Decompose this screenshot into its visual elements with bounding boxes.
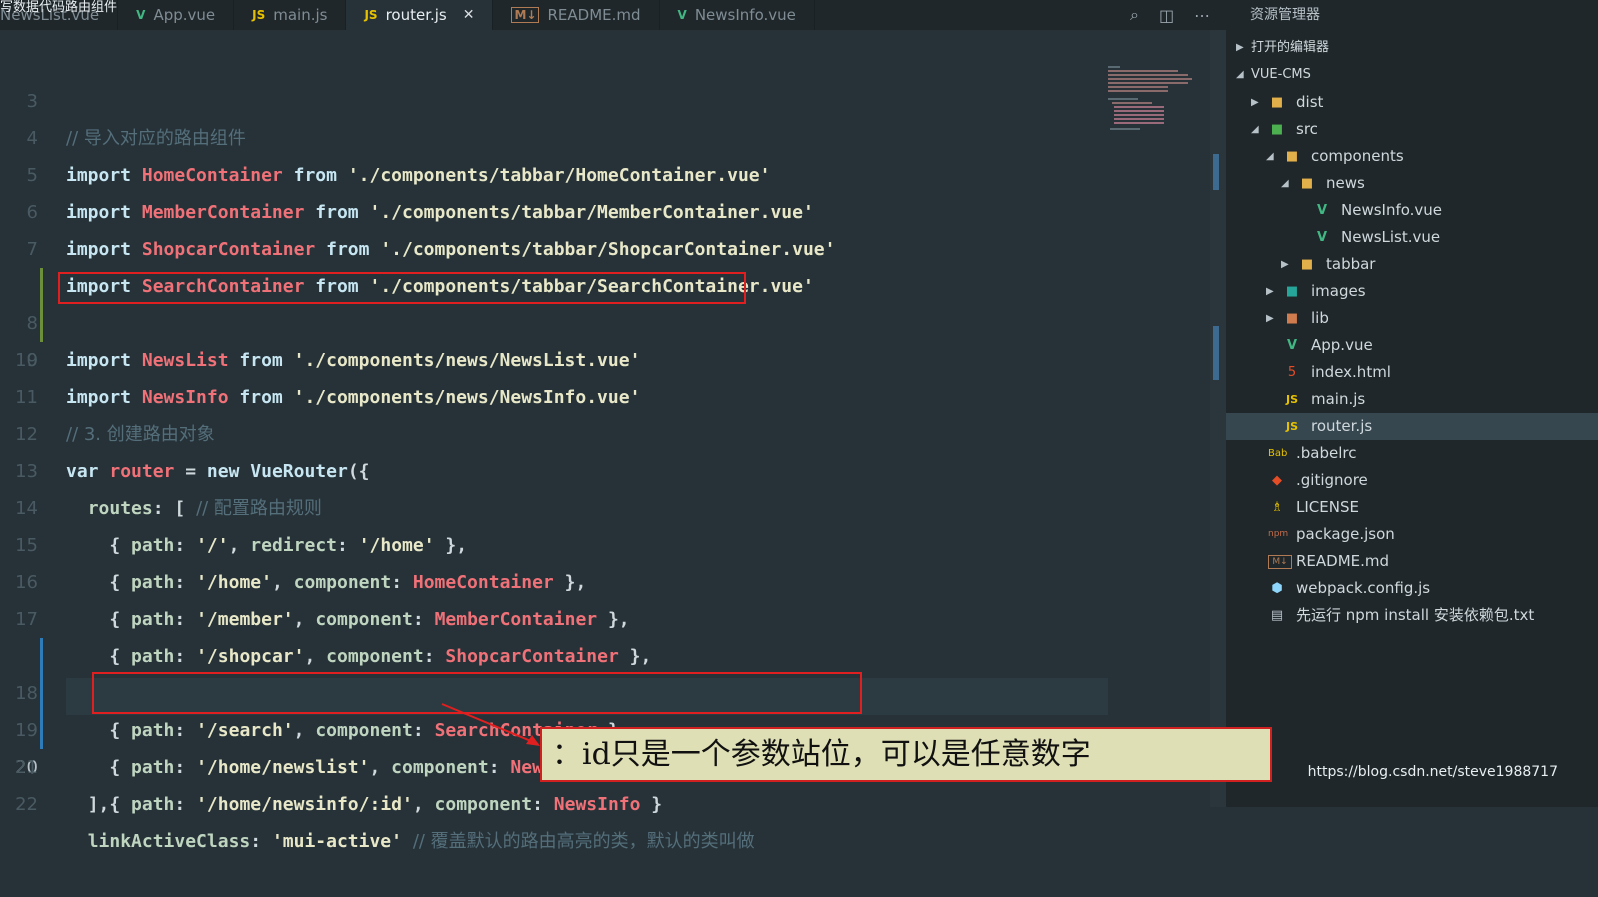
highlight-box-import-newsinfo <box>58 272 746 304</box>
explorer-title: 资源管理器 <box>1250 7 1320 23</box>
chevron-down-icon: ◢ <box>1281 178 1289 189</box>
split-editor-icon[interactable]: ◫ <box>1159 6 1174 25</box>
minimap[interactable] <box>1108 66 1200 132</box>
tree-item-babelrc[interactable]: Bab .babelrc <box>1226 440 1598 467</box>
tree-item-tabbar[interactable]: ▶ ■ tabbar <box>1226 251 1598 278</box>
annotation-arrow <box>441 703 540 746</box>
code-line: 8 import NewsList from './components/new… <box>0 231 1110 371</box>
tree-item-lib[interactable]: ▶ ■ lib <box>1226 305 1598 332</box>
chevron-right-icon: ▶ <box>1266 286 1274 297</box>
babel-icon: Bab <box>1268 448 1288 459</box>
tab-main-js[interactable]: JS main.js <box>234 0 347 30</box>
js-icon: JS <box>364 8 378 22</box>
chevron-down-icon: ◢ <box>1236 69 1244 80</box>
webpack-icon: ⬢ <box>1271 581 1283 596</box>
folder-icon: ■ <box>1285 149 1299 164</box>
vue-icon: V <box>677 8 687 22</box>
chevron-right-icon: ▶ <box>1236 42 1244 53</box>
tree-item-news[interactable]: ◢ ■ news <box>1226 170 1598 197</box>
chevron-down-icon: ◢ <box>1266 151 1274 162</box>
markdown-icon: M↓ <box>511 7 540 23</box>
scrollbar-marker <box>1213 326 1219 380</box>
text-file-icon: ▤ <box>1270 608 1284 623</box>
code-line: 17 { path: '/shopcar', component: Shopca… <box>15 609 652 667</box>
lib-folder-icon: ■ <box>1285 311 1299 326</box>
code-line: 7 import SearchContainer from './compone… <box>26 239 814 297</box>
code-line: 18 { path: '/search', component: SearchC… <box>0 601 1110 741</box>
code-line: 13 routes: [ // 配置路由规则 <box>15 461 322 519</box>
js-icon: JS <box>1285 420 1298 433</box>
tree-item-router-js[interactable]: JS router.js <box>1226 413 1598 440</box>
tab-app-vue[interactable]: V App.vue <box>118 0 235 30</box>
vue-icon: V <box>1316 230 1328 245</box>
vue-icon: V <box>136 8 146 22</box>
markdown-icon: M↓ <box>1268 555 1292 569</box>
project-section[interactable]: ◢ VUE-CMS <box>1226 63 1598 87</box>
more-icon[interactable]: ⋯ <box>1194 6 1210 25</box>
tree-item-newslist-vue[interactable]: V NewsList.vue <box>1226 224 1598 251</box>
explorer-sidebar: 资源管理器 ▶ 打开的编辑器 ◢ VUE-CMS ▶ ■ dist ◢ ■ sr… <box>1226 0 1598 807</box>
editor-scrollbar[interactable] <box>1210 30 1226 807</box>
code-line: 10 <box>15 350 38 371</box>
code-line: 12 var router = new VueRouter({ <box>15 424 370 482</box>
tree-item-gitignore[interactable]: ◆ .gitignore <box>1226 467 1598 494</box>
npm-icon: npm <box>1268 529 1289 539</box>
tree-item-dist[interactable]: ▶ ■ dist <box>1226 89 1598 116</box>
js-icon: JS <box>252 8 266 22</box>
tree-item-app-vue[interactable]: V App.vue <box>1226 332 1598 359</box>
code-line: 16 { path: '/member', component: MemberC… <box>15 572 630 630</box>
images-folder-icon: ■ <box>1285 284 1299 299</box>
tab-router-js[interactable]: JS router.js ✕ <box>346 0 494 36</box>
tree-item-components[interactable]: ◢ ■ components <box>1226 143 1598 170</box>
close-icon[interactable]: ✕ <box>463 7 475 23</box>
html-icon: 5 <box>1287 365 1297 380</box>
scrollbar-thumb[interactable] <box>1213 154 1219 190</box>
tree-item-license[interactable]: ♗ LICENSE <box>1226 494 1598 521</box>
folder-icon: ■ <box>1300 257 1314 272</box>
vue-icon: V <box>1316 203 1328 218</box>
code-editor[interactable]: 3 // 导入对应的路由组件 4 import HomeContainer fr… <box>0 30 1215 852</box>
src-folder-icon: ■ <box>1270 122 1284 137</box>
tree-item-newsinfo-vue[interactable]: V NewsInfo.vue <box>1226 197 1598 224</box>
tree-item-src[interactable]: ◢ ■ src <box>1226 116 1598 143</box>
code-line: 3 // 导入对应的路由组件 <box>26 91 246 149</box>
watermark: https://blog.csdn.net/steve1988717 <box>1307 764 1558 780</box>
chevron-down-icon: ◢ <box>1251 124 1259 135</box>
js-icon: JS <box>1285 393 1298 406</box>
code-line: 4 import HomeContainer from './component… <box>26 128 771 186</box>
tab-newsinfo-vue[interactable]: V NewsInfo.vue <box>660 0 815 30</box>
code-line: 19 { path: '/home/newslist', component: … <box>0 638 1110 778</box>
tab-readme-md[interactable]: M↓ README.md <box>493 0 660 30</box>
overlay-title: 写数据代码路由组件 <box>0 0 118 15</box>
code-line: 14 { path: '/', redirect: '/home' }, <box>15 498 468 556</box>
chevron-right-icon: ▶ <box>1266 313 1274 324</box>
open-editors-section[interactable]: ▶ 打开的编辑器 <box>1226 36 1598 60</box>
tree-item-install-txt[interactable]: ▤ 先运行 npm install 安装依赖包.txt <box>1226 602 1598 629</box>
license-icon: ♗ <box>1271 500 1283 515</box>
folder-icon: ■ <box>1300 176 1314 191</box>
search-icon[interactable]: ⌕ <box>1130 5 1139 25</box>
vue-icon: V <box>1286 338 1298 353</box>
code-line: 15 { path: '/home', component: HomeConta… <box>15 535 587 593</box>
chevron-right-icon: ▶ <box>1251 97 1259 108</box>
chevron-right-icon: ▶ <box>1281 259 1289 270</box>
tree-item-index-html[interactable]: 5 index.html <box>1226 359 1598 386</box>
folder-icon: ■ <box>1270 95 1284 110</box>
editor-actions: ⌕ ◫ ⋯ <box>1130 0 1210 30</box>
tree-item-webpack-config[interactable]: ⬢ webpack.config.js <box>1226 575 1598 602</box>
git-icon: ◆ <box>1272 473 1282 488</box>
annotation-callout: ：id只是一个参数站位，可以是任意数字 <box>540 727 1272 782</box>
code-line: 6 import ShopcarContainer from './compon… <box>26 202 836 260</box>
editor-tab-bar: NewsList.vue V App.vue JS main.js JS rou… <box>0 0 1250 36</box>
tree-item-package-json[interactable]: npm package.json <box>1226 521 1598 548</box>
code-line: 5 import MemberContainer from './compone… <box>26 165 814 223</box>
code-line: 11 // 3. 创建路由对象 <box>15 387 215 445</box>
tree-item-images[interactable]: ▶ ■ images <box>1226 278 1598 305</box>
tree-item-readme-md[interactable]: M↓ README.md <box>1226 548 1598 575</box>
tree-item-main-js[interactable]: JS main.js <box>1226 386 1598 413</box>
